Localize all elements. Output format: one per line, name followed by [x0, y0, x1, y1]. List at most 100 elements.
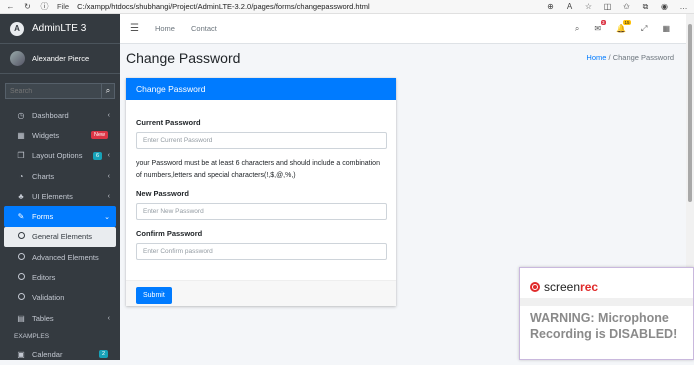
- sidebar-item-dashboard[interactable]: ◷ Dashboard ‹: [4, 105, 116, 125]
- calendar-icon: ▣: [17, 349, 25, 359]
- collections-icon[interactable]: ⧉: [641, 2, 650, 11]
- table-icon: ▤: [17, 313, 25, 323]
- sidebar-item-layout-options[interactable]: ❐ Layout Options 6 ‹: [4, 146, 116, 166]
- notifications-icon[interactable]: 🔔 15: [616, 20, 632, 33]
- card-title: Change Password: [126, 78, 396, 100]
- zoom-icon[interactable]: ⊕: [546, 2, 555, 11]
- avatar: [10, 51, 25, 66]
- sidebar-item-label: Dashboard: [32, 110, 69, 120]
- sidebar-item-label: General Elements: [32, 232, 93, 242]
- new-badge: New: [90, 131, 108, 140]
- brand-link[interactable]: A AdminLTE 3: [0, 14, 120, 44]
- card-body: Current Password Enter Current Password …: [126, 100, 396, 260]
- user-panel[interactable]: Alexander Pierce: [0, 44, 120, 74]
- search-icon[interactable]: ⌕: [101, 83, 115, 99]
- password-hint: your Password must be at least 6 charact…: [136, 160, 380, 179]
- file-scheme-label: File: [57, 2, 70, 11]
- sidebar-item-forms[interactable]: ✎ Forms ⌄: [4, 206, 116, 227]
- sidebar-search-input[interactable]: [5, 83, 101, 99]
- logo-text-screen: screen: [544, 280, 581, 294]
- copy-icon: ❐: [17, 151, 25, 161]
- circle-icon: [17, 273, 25, 282]
- count-badge: 6: [92, 151, 102, 160]
- sidebar-item-label: Tables: [32, 313, 54, 323]
- sidebar-item-label: Layout Options: [32, 151, 83, 161]
- circle-icon: [17, 252, 25, 262]
- screenrec-logo: screen rec: [530, 280, 598, 294]
- sidebar-item-label: Validation: [32, 293, 65, 303]
- sidebar-item-label: Advanced Elements: [32, 252, 99, 262]
- current-password-label: Current Password: [136, 118, 201, 127]
- search-icon[interactable]: ⌕: [575, 24, 579, 34]
- sidebar-item-label: Editors: [32, 273, 56, 283]
- confirm-password-label: Confirm Password: [136, 229, 203, 238]
- top-navbar: ☰ Home Contact ⌕ ✉ 3 🔔 15 ⤢ ▦: [120, 14, 694, 44]
- card-footer: Submit: [126, 280, 396, 306]
- sidebar-item-ui-elements[interactable]: ♣ UI Elements ‹: [4, 186, 116, 206]
- circle-icon: [17, 232, 25, 241]
- chevron-left-icon: ‹: [107, 192, 110, 200]
- nav-link-contact[interactable]: Contact: [191, 24, 217, 33]
- sidebar-search: ⌕: [5, 83, 115, 99]
- chevron-left-icon: ‹: [107, 111, 110, 119]
- chevron-left-icon: ‹: [107, 152, 110, 160]
- brand-logo-icon: A: [10, 21, 24, 36]
- favorite-icon[interactable]: ☆: [584, 2, 593, 11]
- extensions-icon[interactable]: ◉: [660, 2, 669, 11]
- hamburger-menu-icon[interactable]: ☰: [130, 23, 139, 34]
- split-screen-icon[interactable]: ◫: [603, 2, 612, 11]
- sidebar-item-tables[interactable]: ▤ Tables ‹: [4, 308, 116, 328]
- control-sidebar-icon[interactable]: ▦: [662, 24, 670, 33]
- sidebar-item-label: UI Elements: [32, 191, 73, 201]
- edit-icon: ✎: [17, 212, 25, 222]
- microphone-warning: WARNING: Microphone Recording is DISABLE…: [530, 310, 677, 342]
- sidebar-item-widgets[interactable]: ▦ Widgets New: [4, 125, 116, 145]
- breadcrumb: Home / Change Password: [586, 53, 674, 62]
- circle-icon: [17, 293, 25, 302]
- user-name[interactable]: Alexander Pierce: [32, 54, 89, 63]
- favorites-icon[interactable]: ✩: [622, 2, 631, 11]
- sidebar-item-general-elements[interactable]: General Elements: [4, 226, 116, 248]
- pie-chart-icon: ◔: [18, 171, 24, 181]
- reload-icon[interactable]: ↻: [23, 2, 32, 11]
- chevron-down-icon: ⌄: [104, 213, 110, 221]
- scrollbar-thumb[interactable]: [688, 24, 692, 202]
- sidebar-item-validation[interactable]: Validation: [4, 288, 116, 308]
- back-icon[interactable]: ←: [6, 2, 15, 11]
- change-password-card: Change Password Current Password Enter C…: [126, 78, 396, 306]
- sidebar-item-label: Widgets: [32, 130, 60, 140]
- address-bar[interactable]: C:/xampp/htdocs/shubhangi/Project/AdminL…: [77, 2, 538, 11]
- brand-name: AdminLTE 3: [32, 23, 87, 34]
- more-icon[interactable]: …: [679, 2, 688, 11]
- sidebar-item-advanced-elements[interactable]: Advanced Elements: [4, 247, 116, 267]
- dashboard-icon: ◷: [17, 110, 25, 120]
- sidebar-item-calendar[interactable]: ▣ Calendar 2: [4, 344, 116, 364]
- chevron-left-icon: ‹: [107, 172, 110, 180]
- sidebar-item-label: Calendar: [32, 349, 63, 359]
- warning-line-1: WARNING: Microphone: [530, 311, 669, 325]
- breadcrumb-home[interactable]: Home: [586, 53, 606, 62]
- fullscreen-icon[interactable]: ⤢: [641, 24, 647, 34]
- current-password-input[interactable]: Enter Current Password: [136, 132, 387, 149]
- chevron-left-icon: ‹: [107, 314, 110, 322]
- notifications-badge: 15: [623, 20, 632, 25]
- count-badge: 2: [98, 350, 108, 359]
- messages-icon[interactable]: ✉ 3: [594, 20, 607, 33]
- main-sidebar: A AdminLTE 3 Alexander Pierce ⌕ ◷ Dashboa…: [0, 14, 120, 360]
- sidebar-item-label: Forms: [32, 212, 54, 222]
- info-icon[interactable]: ⓘ: [40, 2, 49, 11]
- sidebar-item-editors[interactable]: Editors: [4, 267, 116, 287]
- new-password-label: New Password: [136, 189, 189, 198]
- breadcrumb-current: Change Password: [612, 53, 674, 62]
- sidebar-item-charts[interactable]: ◔ Charts ‹: [4, 166, 116, 186]
- record-icon: [530, 282, 540, 292]
- confirm-password-input[interactable]: Enter Confirm password: [136, 243, 387, 260]
- new-password-input[interactable]: Enter New Password: [136, 203, 387, 220]
- nav-link-home[interactable]: Home: [155, 24, 175, 33]
- warning-line-2: Recording is DISABLED!: [530, 327, 678, 341]
- sidebar-section-header: EXAMPLES: [14, 332, 50, 340]
- read-aloud-icon[interactable]: A: [565, 2, 574, 11]
- page-title: Change Password: [126, 50, 241, 66]
- sidebar-item-label: Charts: [32, 171, 55, 181]
- submit-button[interactable]: Submit: [136, 287, 172, 304]
